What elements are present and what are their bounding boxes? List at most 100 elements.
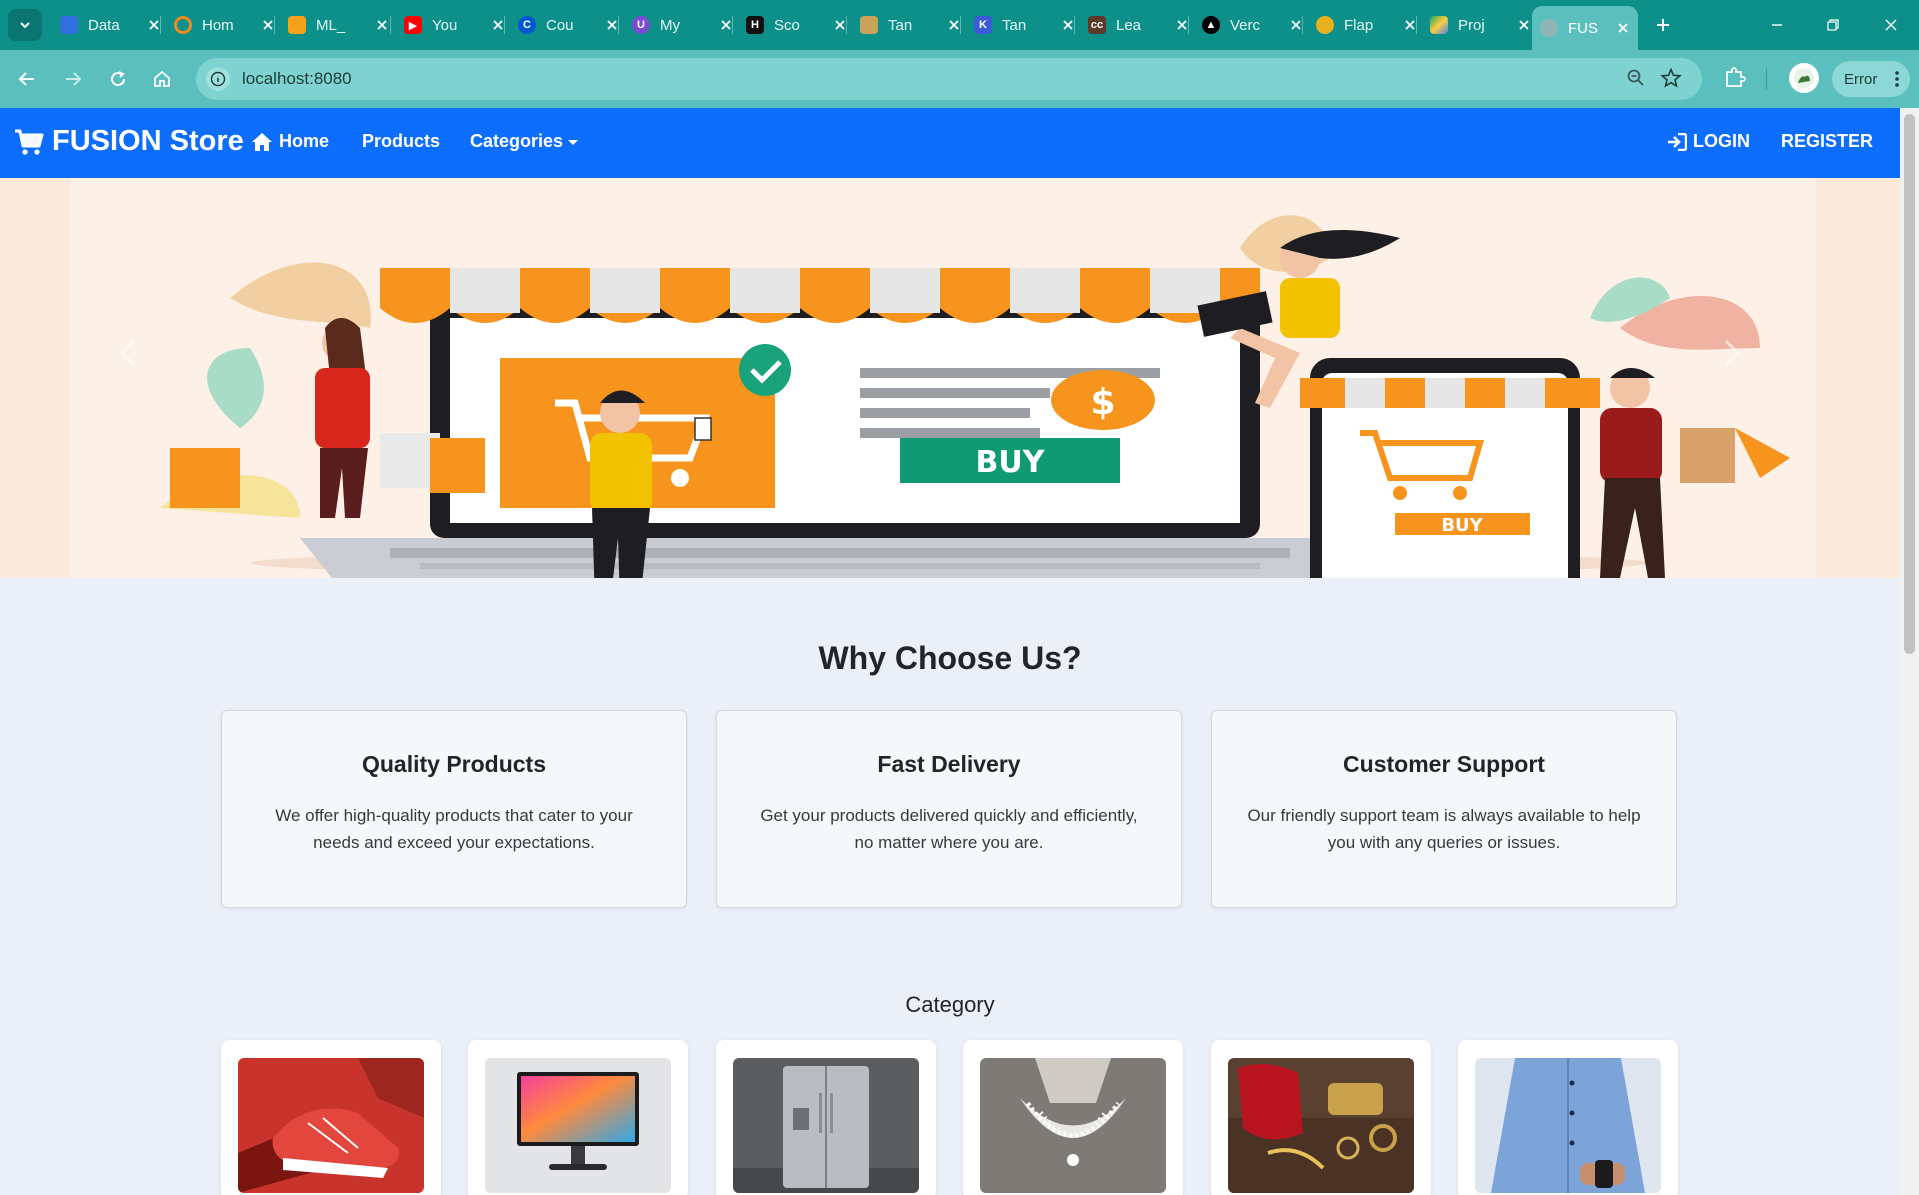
browser-tab[interactable]: Flap	[1308, 8, 1426, 42]
category-card-accessories[interactable]	[1211, 1040, 1431, 1195]
nav-products-label: Products	[362, 131, 441, 151]
carousel-next-button[interactable]	[1722, 338, 1762, 398]
feature-card-quality: Quality Products We offer high-quality p…	[221, 710, 687, 908]
zoom-icon[interactable]	[1626, 68, 1646, 93]
close-icon[interactable]	[1616, 20, 1630, 36]
shirt-photo	[1475, 1058, 1661, 1193]
reload-icon	[111, 71, 126, 87]
site-info-icon[interactable]	[206, 67, 230, 91]
tab-separator	[1074, 16, 1075, 34]
browser-tab[interactable]: ▶ You	[396, 8, 514, 42]
browser-tab[interactable]: Data	[52, 8, 170, 42]
browser-tab[interactable]: Proj	[1422, 8, 1540, 42]
profile-error-chip[interactable]: Error	[1832, 61, 1910, 97]
browser-tab[interactable]: Hom	[166, 8, 284, 42]
page-scrollbar[interactable]	[1900, 108, 1919, 1195]
svg-text:$: $	[1090, 382, 1115, 423]
tab-search-button[interactable]	[8, 9, 42, 41]
tab-title: Lea	[1116, 16, 1142, 34]
tab-title: Tan	[1002, 16, 1027, 34]
tab-separator	[1188, 16, 1189, 34]
cart-icon	[15, 129, 44, 155]
browser-tab[interactable]: ML_	[280, 8, 398, 42]
feature-card-title: Customer Support	[1343, 751, 1545, 777]
hero-carousel: $ BUY BUY	[0, 178, 1900, 578]
tab-separator	[390, 16, 391, 34]
drive-icon	[1430, 16, 1448, 34]
browser-tab-active[interactable]: FUS	[1532, 6, 1638, 50]
close-icon[interactable]	[374, 17, 390, 33]
browser-tab[interactable]: U My	[624, 8, 742, 42]
nav-categories-dropdown[interactable]: Categories	[470, 131, 579, 152]
tab-title: Proj	[1458, 16, 1485, 34]
category-card-clothing[interactable]	[1458, 1040, 1678, 1195]
close-icon[interactable]	[1516, 17, 1532, 33]
tab-title: ML_	[316, 16, 346, 34]
login-label: LOGIN	[1693, 131, 1750, 151]
register-link[interactable]: REGISTER	[1781, 131, 1873, 152]
hero-buy-label: BUY	[976, 445, 1046, 480]
tab-title: You	[432, 16, 458, 34]
more-vert-icon[interactable]	[1894, 70, 1900, 92]
tab-title: Verc	[1230, 16, 1261, 34]
sneaker-photo	[238, 1058, 424, 1193]
nav-products-link[interactable]: Products	[362, 131, 440, 152]
brand-link[interactable]: FUSION Store	[14, 125, 244, 158]
unstop-icon: U	[632, 16, 650, 34]
tab-title: Sco	[774, 16, 800, 34]
address-bar[interactable]: localhost:8080	[196, 58, 1702, 100]
tab-separator	[504, 16, 505, 34]
new-tab-button[interactable]	[1650, 12, 1676, 38]
category-card-appliances[interactable]	[716, 1040, 936, 1195]
back-button[interactable]	[13, 65, 41, 93]
tab-separator	[1416, 16, 1417, 34]
nav-categories-label: Categories	[470, 131, 564, 151]
extensions-icon[interactable]	[1722, 65, 1748, 96]
browser-tab[interactable]: H Sco	[738, 8, 856, 42]
login-link[interactable]: LOGIN	[1667, 131, 1750, 152]
chevron-down-icon	[20, 22, 30, 29]
close-icon	[1885, 19, 1897, 31]
browser-tab[interactable]: ▲ Verc	[1194, 8, 1312, 42]
category-card-electronics[interactable]	[468, 1040, 688, 1195]
carousel-prev-button[interactable]	[118, 338, 158, 398]
site-navbar: FUSION Store Home Products Categories LO…	[0, 108, 1900, 178]
tab-separator	[732, 16, 733, 34]
forward-button[interactable]	[59, 65, 87, 93]
minimize-button[interactable]	[1757, 10, 1797, 40]
flappy-icon	[1316, 16, 1334, 34]
browser-tab[interactable]: K Tan	[966, 8, 1084, 42]
home-button[interactable]	[148, 65, 176, 93]
tab-title: My	[660, 16, 680, 34]
hero-shopping-illustration: $ BUY BUY	[0, 178, 1900, 578]
bookmark-star-icon[interactable]	[1660, 67, 1682, 94]
reload-button[interactable]	[104, 65, 132, 93]
profile-avatar[interactable]	[1789, 63, 1819, 93]
vercel-icon: ▲	[1202, 16, 1220, 34]
scrollbar-thumb[interactable]	[1904, 114, 1915, 654]
tanstack-k-icon: K	[974, 16, 992, 34]
close-window-button[interactable]	[1871, 10, 1911, 40]
restore-button[interactable]	[1813, 10, 1853, 40]
browser-tab[interactable]: C Cou	[510, 8, 628, 42]
browser-tab[interactable]: cc Lea	[1080, 8, 1198, 42]
youtube-icon: ▶	[404, 16, 422, 34]
tab-title: FUS	[1568, 19, 1598, 37]
category-card-shoes[interactable]	[221, 1040, 441, 1195]
tab-separator	[960, 16, 961, 34]
tab-separator	[846, 16, 847, 34]
error-label: Error	[1844, 70, 1878, 88]
toolbar-divider	[1766, 68, 1767, 90]
necklace-photo	[980, 1058, 1166, 1193]
home-icon	[154, 70, 170, 87]
category-title: Category	[905, 992, 995, 1017]
url-text[interactable]: localhost:8080	[242, 69, 352, 89]
home-icon	[252, 132, 272, 151]
nav-home-link[interactable]: Home	[251, 131, 329, 152]
category-card-jewellery[interactable]	[963, 1040, 1183, 1195]
feature-card-support: Customer Support Our friendly support te…	[1211, 710, 1677, 908]
browser-tab[interactable]: Tan	[852, 8, 970, 42]
feature-card-text: Get your products delivered quickly and …	[760, 806, 1138, 852]
why-choose-us-title: Why Choose Us?	[818, 640, 1082, 676]
caret-down-icon	[568, 140, 579, 145]
